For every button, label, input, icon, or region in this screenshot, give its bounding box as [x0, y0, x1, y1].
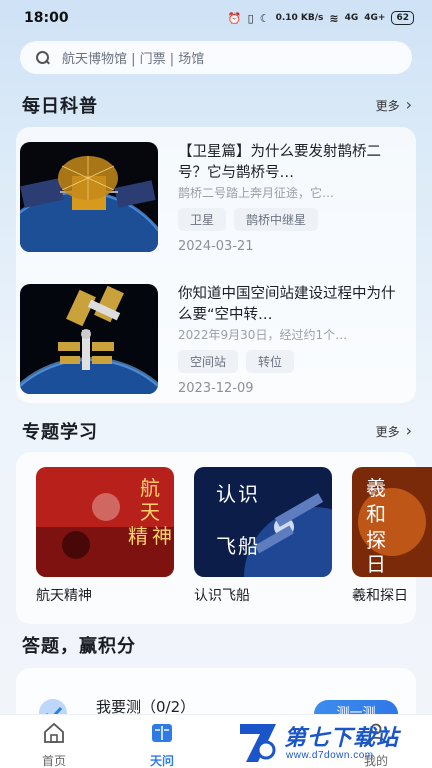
tab-tianwen[interactable]: 天问 [132, 721, 192, 768]
article-date: 2024-03-21 [178, 239, 254, 254]
article-date: 2023-12-09 [178, 381, 254, 396]
topic-label: 羲和探日 [352, 588, 408, 604]
article-tag[interactable]: 转位 [246, 350, 295, 373]
watermark-logo [240, 724, 276, 762]
tab-label: 天问 [149, 754, 174, 768]
cover-char: 和 [366, 502, 386, 526]
cover-char: 航 [140, 476, 160, 500]
article-tags: 卫星 鹊桥中继星 [178, 208, 400, 231]
tab-home[interactable]: 首页 [24, 721, 84, 768]
quiz-header: 答题，赢积分 [22, 631, 412, 659]
watermark-url: www.d7down.com [286, 750, 374, 761]
watermark: 第七下载站 www.d7down.com [232, 716, 428, 768]
status-icons: ⏰ ▯ ☾ 0.10 KB/s ≋ 4G 4G+ 62 [228, 11, 414, 25]
cover-char: 羲 [366, 476, 386, 500]
signal-1: 4G [344, 13, 359, 23]
article-body: 你知道中国空间站建设过程中为什么要“空中转… 2022年9月30日，经过约1个…… [178, 284, 400, 396]
network-speed: 0.10 KB/s [275, 13, 324, 23]
spacecraft-cover: 认 识 飞 船 [194, 467, 332, 577]
article-thumbnail [20, 284, 158, 394]
cover-char: 识 [238, 482, 258, 506]
cover-char: 探 [366, 528, 386, 552]
cover-char: 天 [140, 500, 160, 524]
topics-more-link[interactable]: 更多 › [376, 423, 412, 440]
chevron-right-icon: › [405, 95, 412, 114]
moon-icon: ☾ [259, 11, 270, 25]
vibrate-icon: ▯ [247, 11, 254, 25]
xihe-sun-cover: 羲 和 探 日 [352, 467, 432, 577]
article-tag[interactable]: 空间站 [178, 350, 239, 373]
chevron-right-icon: › [405, 421, 412, 440]
signal-2: 4G+ [364, 13, 386, 23]
alarm-icon: ⏰ [227, 11, 242, 25]
cover-char: 认 [216, 482, 236, 506]
space-station-image [20, 284, 158, 394]
search-bar[interactable]: 航天博物馆 | 门票 | 场馆 [20, 41, 412, 74]
watermark-title: 第七下载站 [284, 726, 400, 751]
topic-item[interactable]: 认 识 飞 船 认识飞船 [194, 467, 332, 605]
cover-char: 飞 [216, 534, 236, 558]
article-tag[interactable]: 卫星 [178, 208, 227, 231]
topic-cover: 认 识 飞 船 [194, 467, 332, 577]
daily-science-title: 每日科普 [22, 96, 98, 117]
wifi-icon: ≋ [329, 11, 339, 25]
status-bar: 18:00 ⏰ ▯ ☾ 0.10 KB/s ≋ 4G 4G+ 62 [0, 0, 432, 36]
more-label: 更多 [375, 424, 400, 439]
article-title: 你知道中国空间站建设过程中为什么要“空中转… [178, 286, 396, 323]
article-tags: 空间站 转位 [178, 350, 400, 373]
article-tag[interactable]: 鹊桥中继星 [234, 208, 319, 231]
topics-carousel[interactable]: 航 天 精 神 航天精神 认 识 飞 船 认识飞船 羲 和 探 日 羲和探日 [36, 467, 432, 607]
satellite-image [20, 142, 158, 252]
cover-char: 神 [152, 524, 172, 548]
home-icon [44, 722, 64, 743]
article-summary: 鹊桥二号踏上奔月征途，它… [178, 186, 335, 200]
article-item[interactable]: 【卫星篇】为什么要发射鹊桥二号？它与鹊桥号… 鹊桥二号踏上奔月征途，它… 卫星 … [20, 142, 400, 254]
topic-cover: 航 天 精 神 [36, 467, 174, 577]
book-icon [152, 724, 172, 742]
daily-science-more-link[interactable]: 更多 › [376, 97, 412, 114]
topic-item[interactable]: 羲 和 探 日 羲和探日 [352, 467, 432, 605]
tab-label: 首页 [41, 754, 66, 768]
article-summary: 2022年9月30日，经过约1个… [178, 328, 348, 342]
daily-science-header: 每日科普 更多 › [22, 91, 412, 119]
article-item[interactable]: 你知道中国空间站建设过程中为什么要“空中转… 2022年9月30日，经过约1个…… [20, 284, 400, 396]
cover-char: 精 [128, 524, 148, 548]
topic-label: 认识飞船 [194, 588, 250, 604]
cover-char: 日 [366, 552, 386, 576]
more-label: 更多 [375, 98, 400, 113]
article-body: 【卫星篇】为什么要发射鹊桥二号？它与鹊桥号… 鹊桥二号踏上奔月征途，它… 卫星 … [178, 142, 400, 254]
topic-label: 航天精神 [36, 588, 92, 604]
search-placeholder: 航天博物馆 | 门票 | 场馆 [62, 52, 205, 67]
article-thumbnail [20, 142, 158, 252]
battery-icon: 62 [391, 11, 414, 25]
topics-header: 专题学习 更多 › [22, 417, 412, 445]
topic-cover: 羲 和 探 日 [352, 467, 432, 577]
status-time: 18:00 [24, 10, 69, 26]
quiz-title: 答题，赢积分 [22, 636, 136, 657]
topics-title: 专题学习 [22, 422, 98, 443]
article-title: 【卫星篇】为什么要发射鹊桥二号？它与鹊桥号… [178, 144, 381, 181]
search-icon [36, 50, 50, 65]
aerospace-spirit-cover: 航 天 精 神 [36, 467, 174, 577]
topic-item[interactable]: 航 天 精 神 航天精神 [36, 467, 174, 605]
cover-char: 船 [238, 534, 258, 558]
